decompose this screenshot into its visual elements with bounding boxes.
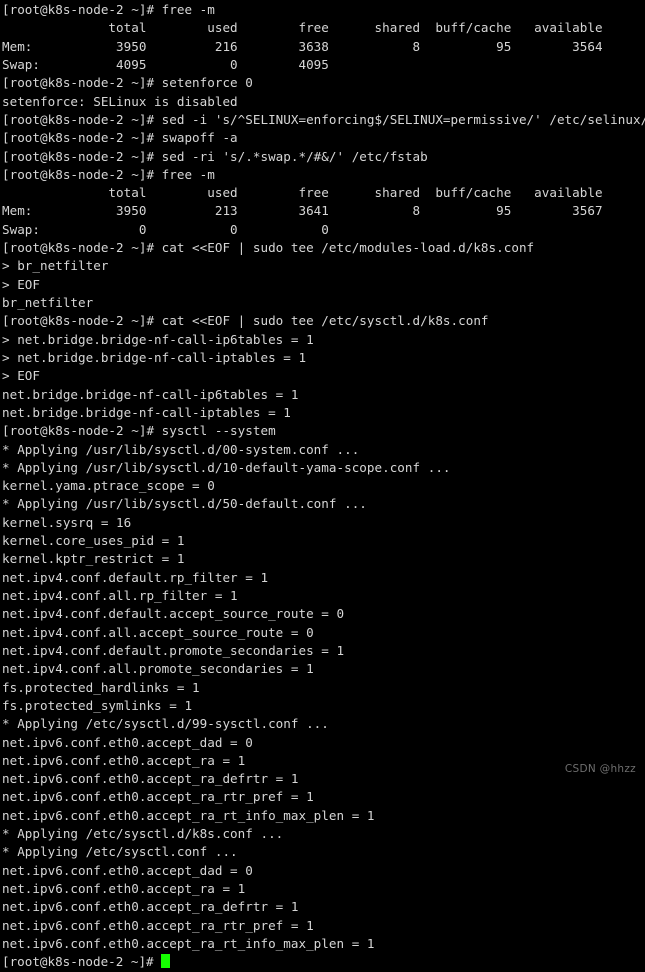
terminal-line: net.ipv4.conf.default.promote_secondarie… — [2, 642, 345, 658]
terminal-line: [root@k8s-node-2 ~]# cat <<EOF | sudo te… — [2, 313, 489, 329]
terminal-line: * Applying /usr/lib/sysctl.d/00-system.c… — [2, 441, 360, 457]
terminal-line: [root@k8s-node-2 ~]# sysctl --system — [2, 423, 276, 439]
terminal-line: setenforce: SELinux is disabled — [2, 93, 238, 109]
terminal-line: br_netfilter — [2, 295, 94, 310]
terminal-line: > EOF — [2, 368, 41, 384]
terminal-line: net.ipv4.conf.default.accept_source_rout… — [2, 606, 345, 622]
terminal-line: > br_netfilter — [2, 258, 109, 274]
terminal-line: [root@k8s-node-2 ~]# free -m — [2, 166, 215, 182]
terminal-line: kernel.yama.ptrace_scope = 0 — [2, 478, 215, 494]
terminal-line: net.ipv4.conf.default.rp_filter = 1 — [2, 569, 269, 585]
terminal-line: net.ipv6.conf.eth0.accept_dad = 0 — [2, 862, 253, 878]
terminal-line: net.ipv6.conf.eth0.accept_ra_rtr_pref = … — [2, 789, 314, 805]
prompt-text: [root@k8s-node-2 ~]# — [2, 954, 162, 970]
terminal-line: net.ipv6.conf.eth0.accept_ra = 1 — [2, 881, 246, 896]
terminal-line: net.ipv6.conf.eth0.accept_ra_rtr_pref = … — [2, 917, 314, 933]
terminal-line: [root@k8s-node-2 ~]# sed -ri 's/.*swap.*… — [2, 148, 428, 164]
terminal-line: [root@k8s-node-2 ~]# swapoff -a — [2, 130, 238, 146]
terminal-line: total used free shared buff/cache availa… — [2, 20, 603, 36]
terminal-line: net.bridge.bridge-nf-call-iptables = 1 — [2, 404, 291, 420]
terminal-output: [root@k8s-node-2 ~]# free -m total used … — [2, 1, 645, 953]
terminal-line: net.ipv4.conf.all.rp_filter = 1 — [2, 588, 238, 603]
terminal-line: fs.protected_symlinks = 1 — [2, 697, 193, 713]
terminal-line: > net.bridge.bridge-nf-call-iptables = 1 — [2, 349, 307, 365]
terminal-line: net.ipv6.conf.eth0.accept_dad = 0 — [2, 734, 253, 750]
terminal-line: net.ipv6.conf.eth0.accept_ra_rt_info_max… — [2, 935, 375, 951]
terminal-line: net.bridge.bridge-nf-call-ip6tables = 1 — [2, 386, 299, 402]
terminal-line: kernel.kptr_restrict = 1 — [2, 551, 185, 567]
terminal-line: Mem: 3950 216 3638 8 95 3564 — [2, 38, 603, 54]
terminal-line: * Applying /etc/sysctl.d/99-sysctl.conf … — [2, 716, 329, 732]
terminal-line: net.ipv6.conf.eth0.accept_ra = 1 — [2, 752, 246, 768]
terminal-line: kernel.sysrq = 16 — [2, 514, 132, 530]
terminal-line: net.ipv4.conf.all.promote_secondaries = … — [2, 661, 314, 677]
terminal-line: Mem: 3950 213 3641 8 95 3567 — [2, 203, 603, 219]
terminal-line: net.ipv6.conf.eth0.accept_ra_rt_info_max… — [2, 807, 375, 823]
terminal-line: [root@k8s-node-2 ~]# sed -i 's/^SELINUX=… — [2, 111, 645, 127]
terminal-current-prompt-line[interactable]: [root@k8s-node-2 ~]# — [2, 953, 645, 971]
terminal-line: > EOF — [2, 276, 41, 292]
terminal-line: kernel.core_uses_pid = 1 — [2, 533, 185, 549]
terminal-line: * Applying /usr/lib/sysctl.d/50-default.… — [2, 496, 367, 512]
terminal-line: > net.bridge.bridge-nf-call-ip6tables = … — [2, 331, 314, 347]
terminal-line: net.ipv4.conf.all.accept_source_route = … — [2, 624, 314, 640]
terminal-line: * Applying /etc/sysctl.conf ... — [2, 844, 238, 860]
terminal-line: * Applying /usr/lib/sysctl.d/10-default-… — [2, 459, 451, 475]
text-cursor — [161, 954, 171, 969]
terminal-line: [root@k8s-node-2 ~]# setenforce 0 — [2, 75, 253, 91]
terminal-line: * Applying /etc/sysctl.d/k8s.conf ... — [2, 826, 284, 842]
terminal-line: total used free shared buff/cache availa… — [2, 185, 603, 201]
terminal-line: net.ipv6.conf.eth0.accept_ra_defrtr = 1 — [2, 771, 299, 787]
terminal-line: net.ipv6.conf.eth0.accept_ra_defrtr = 1 — [2, 899, 299, 915]
terminal-window[interactable]: [root@k8s-node-2 ~]# free -m total used … — [0, 0, 645, 969]
terminal-line: Swap: 0 0 0 — [2, 221, 329, 237]
terminal-line: [root@k8s-node-2 ~]# cat <<EOF | sudo te… — [2, 240, 535, 256]
terminal-line: [root@k8s-node-2 ~]# free -m — [2, 2, 215, 17]
terminal-line: fs.protected_hardlinks = 1 — [2, 679, 200, 695]
terminal-line: Swap: 4095 0 4095 — [2, 56, 329, 72]
